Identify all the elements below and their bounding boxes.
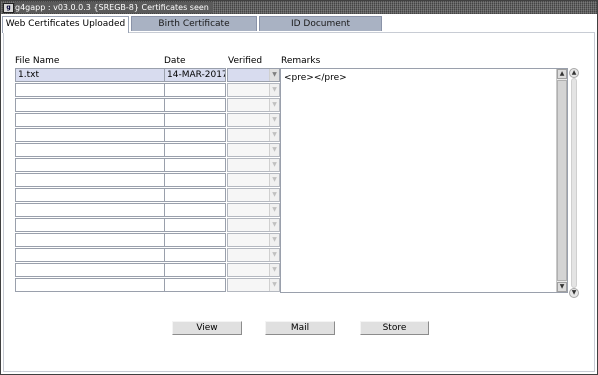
verified-dropdown[interactable]: ▼	[227, 233, 280, 247]
chevron-down-icon[interactable]: ▼	[269, 189, 279, 201]
verified-dropdown[interactable]: ▼	[227, 263, 280, 277]
scroll-down-button[interactable]: ▼	[557, 282, 567, 292]
date-cell[interactable]	[164, 278, 226, 292]
date-cell[interactable]	[164, 158, 226, 172]
file-name-header: File Name	[15, 56, 60, 66]
verified-dropdown[interactable]: ▼	[227, 113, 280, 127]
chevron-down-icon[interactable]: ▼	[269, 69, 279, 81]
record-scroll-track[interactable]	[571, 78, 577, 288]
arrow-up-icon: ▲	[571, 69, 577, 76]
file-name-cell[interactable]	[15, 218, 165, 232]
app-icon[interactable]: g	[3, 3, 14, 13]
chevron-down-icon[interactable]: ▼	[269, 264, 279, 276]
chevron-down-icon[interactable]: ▼	[269, 129, 279, 141]
date-cell[interactable]	[164, 248, 226, 262]
file-name-cell[interactable]	[15, 143, 165, 157]
tab-birth-certificate[interactable]: Birth Certificate	[131, 16, 257, 31]
date-cell[interactable]	[164, 188, 226, 202]
chevron-down-icon[interactable]: ▼	[269, 219, 279, 231]
verified-dropdown[interactable]: ▼	[227, 218, 280, 232]
verified-dropdown[interactable]: ▼	[227, 128, 280, 142]
date-cell[interactable]	[164, 128, 226, 142]
chevron-down-icon[interactable]: ▼	[269, 234, 279, 246]
scroll-up-button[interactable]: ▲	[557, 69, 567, 79]
file-name-cell[interactable]	[15, 173, 165, 187]
chevron-down-icon[interactable]: ▼	[269, 249, 279, 261]
verified-dropdown[interactable]: ▼	[227, 98, 280, 112]
window-title: g4gapp : v03.0.0.3 {SREGB-8} Certificate…	[15, 2, 213, 13]
verified-dropdown[interactable]: ▼	[227, 83, 280, 97]
date-cell[interactable]	[164, 113, 226, 127]
file-name-cell[interactable]: 1.txt	[15, 68, 165, 82]
file-name-cell[interactable]	[15, 98, 165, 112]
chevron-down-icon[interactable]: ▼	[269, 279, 279, 291]
arrow-down-icon: ▼	[559, 283, 565, 290]
file-name-cell[interactable]	[15, 203, 165, 217]
date-cell[interactable]	[164, 203, 226, 217]
file-name-cell[interactable]	[15, 113, 165, 127]
verified-dropdown[interactable]: ▼	[227, 158, 280, 172]
date-cell[interactable]	[164, 173, 226, 187]
date-cell[interactable]	[164, 143, 226, 157]
tab-bar: Web Certificates Uploaded Birth Certific…	[2, 16, 596, 33]
arrow-down-icon: ▼	[571, 289, 577, 296]
record-scroll-down-button[interactable]: ▼	[569, 288, 579, 298]
verified-dropdown[interactable]: ▼	[227, 173, 280, 187]
record-scrollbar[interactable]: ▲ ▼	[569, 68, 579, 298]
mail-button[interactable]: Mail	[265, 321, 335, 335]
file-name-cell[interactable]	[15, 158, 165, 172]
verified-dropdown[interactable]: ▼	[227, 188, 280, 202]
file-name-cell[interactable]	[15, 263, 165, 277]
date-header: Date	[164, 56, 186, 66]
chevron-down-icon[interactable]: ▼	[269, 204, 279, 216]
file-name-cell[interactable]	[15, 83, 165, 97]
remarks-text: <pre></pre>	[284, 73, 347, 83]
store-button[interactable]: Store	[360, 321, 429, 335]
file-name-cell[interactable]	[15, 248, 165, 262]
date-cell[interactable]	[164, 218, 226, 232]
tab-web-certificates[interactable]: Web Certificates Uploaded	[2, 16, 129, 33]
file-name-cell[interactable]	[15, 128, 165, 142]
file-name-cell[interactable]	[15, 188, 165, 202]
verified-dropdown[interactable]: ▼	[227, 248, 280, 262]
verified-dropdown[interactable]: ▼	[227, 68, 280, 82]
app-window: g g4gapp : v03.0.0.3 {SREGB-8} Certifica…	[0, 0, 598, 375]
title-bar[interactable]: g g4gapp : v03.0.0.3 {SREGB-8} Certifica…	[1, 1, 597, 14]
chevron-down-icon[interactable]: ▼	[269, 159, 279, 171]
date-cell[interactable]: 14-MAR-2017	[164, 68, 226, 82]
verified-dropdown[interactable]: ▼	[227, 278, 280, 292]
date-cell[interactable]	[164, 98, 226, 112]
view-button[interactable]: View	[172, 321, 242, 335]
date-cell[interactable]	[164, 233, 226, 247]
chevron-down-icon[interactable]: ▼	[269, 114, 279, 126]
tab-id-document[interactable]: ID Document	[259, 16, 382, 31]
file-name-cell[interactable]	[15, 233, 165, 247]
verified-dropdown[interactable]: ▼	[227, 143, 280, 157]
remarks-scrollbar[interactable]: ▲ ▼	[556, 69, 567, 292]
date-cell[interactable]	[164, 83, 226, 97]
verified-dropdown[interactable]: ▼	[227, 203, 280, 217]
file-name-cell[interactable]	[15, 278, 165, 292]
chevron-down-icon[interactable]: ▼	[269, 144, 279, 156]
scroll-thumb[interactable]	[557, 80, 567, 281]
arrow-up-icon: ▲	[559, 70, 565, 77]
chevron-down-icon[interactable]: ▼	[269, 84, 279, 96]
chevron-down-icon[interactable]: ▼	[269, 174, 279, 186]
chevron-down-icon[interactable]: ▼	[269, 99, 279, 111]
date-cell[interactable]	[164, 263, 226, 277]
remarks-header: Remarks	[281, 56, 321, 66]
remarks-textarea[interactable]: <pre></pre> ▲ ▼	[280, 68, 568, 293]
verified-header: Verified	[228, 56, 263, 66]
record-scroll-up-button[interactable]: ▲	[569, 68, 579, 78]
